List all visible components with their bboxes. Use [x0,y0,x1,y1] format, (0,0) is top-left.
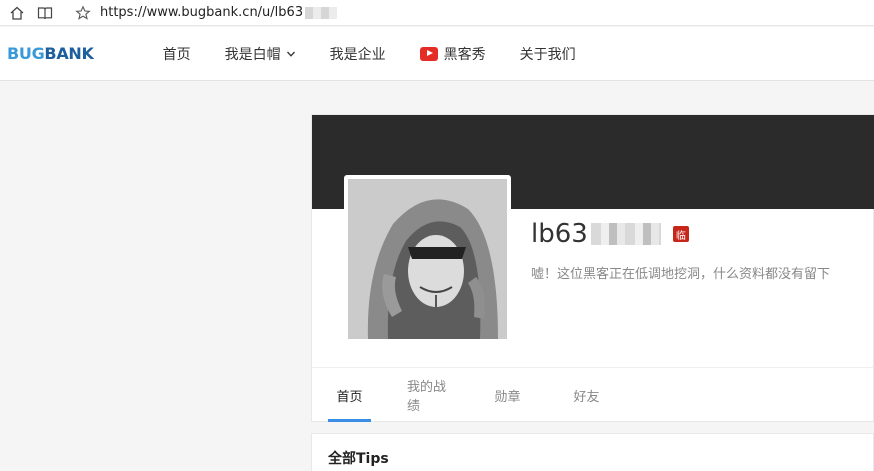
nav-hackershow-label: 黑客秀 [443,46,486,63]
tab-home[interactable]: 首页 [328,368,371,422]
nav-enterprise-label: 我是企业 [329,46,386,63]
tab-home-label: 首页 [336,389,363,405]
avatar-image [348,179,507,339]
tab-friends[interactable]: 好友 [565,368,608,422]
url-text: https://www.bugbank.cn/u/lb63 [100,5,304,20]
tips-card: 全部Tips [311,433,874,471]
tab-medals-label: 勋章 [494,389,521,405]
avatar[interactable] [344,175,511,339]
tab-medals[interactable]: 勋章 [486,368,529,422]
username: lb63 [531,219,588,249]
address-bar[interactable]: https://www.bugbank.cn/u/lb63 [100,5,338,20]
username-row: lb63 临 [531,219,689,249]
star-icon[interactable] [72,2,94,24]
url-redaction [305,6,338,19]
play-icon [419,46,438,61]
tips-title: 全部Tips [328,451,389,467]
nav-about[interactable]: 关于我们 [520,44,576,64]
logo-bank: BANK [44,44,94,63]
chevron-down-icon [286,51,295,57]
username-redaction [590,223,661,245]
site-header: BUGBANK 首页 我是白帽 我是企业 黑客秀 关于我们 [0,27,874,81]
profile-tabs: 首页 我的战绩 勋章 好友 [328,368,644,422]
tab-record-label: 我的战绩 [407,380,447,414]
book-icon[interactable] [34,2,56,24]
bugbank-logo[interactable]: BUGBANK [7,44,94,63]
nav-whitehat-label: 我是白帽 [224,46,281,63]
tab-record[interactable]: 我的战绩 [407,368,450,422]
nav-hackershow[interactable]: 黑客秀 [419,44,486,64]
main-nav: 首页 我是白帽 我是企业 黑客秀 关于我们 [163,44,610,64]
home-icon[interactable] [6,2,28,24]
nav-whitehat[interactable]: 我是白帽 [225,44,296,64]
logo-bug: BUG [7,44,45,63]
profile-card: lb63 临 嘘！这位黑客正在低调地挖洞，什么资料都没有留下 首页 我的战绩 勋… [311,114,874,422]
hooded-mask-avatar-icon [348,179,507,339]
nav-about-label: 关于我们 [519,46,576,63]
tab-friends-label: 好友 [573,389,600,405]
nav-enterprise[interactable]: 我是企业 [330,44,386,64]
temporary-badge: 临 [672,226,689,242]
nav-home-label: 首页 [162,46,191,63]
profile-bio: 嘘！这位黑客正在低调地挖洞，什么资料都没有留下 [531,267,831,282]
nav-home[interactable]: 首页 [163,44,191,64]
browser-toolbar: https://www.bugbank.cn/u/lb63 [0,0,874,26]
